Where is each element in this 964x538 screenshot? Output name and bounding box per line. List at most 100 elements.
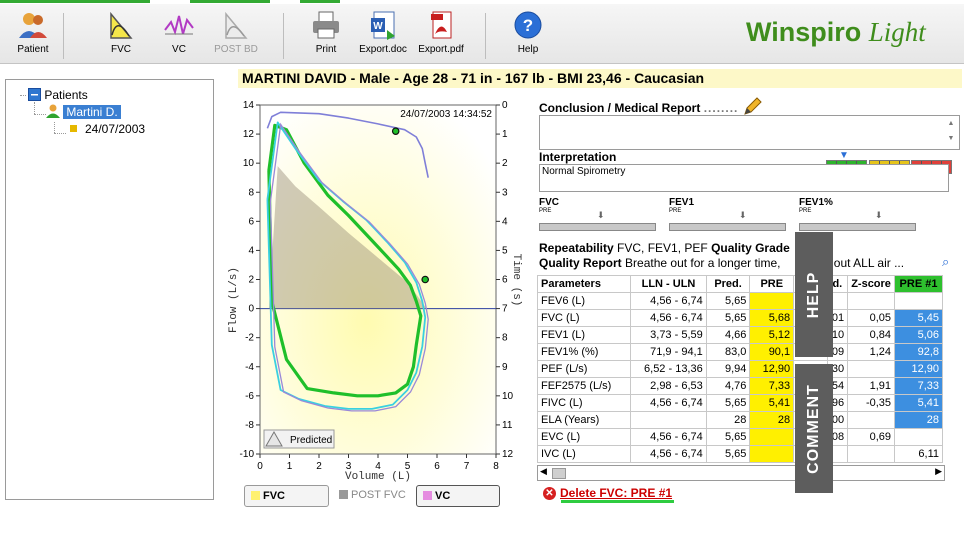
help-side-tab[interactable]: HELP (795, 232, 833, 357)
patient-icon (17, 10, 49, 40)
conclusion-scrollbar[interactable]: ▲ ▼ (945, 116, 957, 149)
print-button[interactable]: Print (298, 7, 354, 61)
table-row[interactable]: FEF2575 (L/s) 2,98 - 6,53 4,76 7,33 54 1,91 7,… (537, 377, 943, 395)
edit-pencil-icon[interactable] (742, 97, 762, 115)
col-header: Pred. (705, 275, 751, 293)
brand-logo: Winspiro Light (746, 17, 926, 47)
y-tick-label: -6 (245, 391, 254, 402)
delete-fvc-link[interactable]: ✕ Delete FVC: PRE #1 (543, 486, 672, 501)
chart-svg: 14121086420-2-4-6-8-100 1 2 3 4 5 6 7 8012345678… (228, 100, 522, 483)
param-name-cell: IVC (L) (537, 445, 632, 463)
arrow-down-icon: ⬇ (739, 210, 747, 220)
value-cell: 92,8 (894, 343, 943, 361)
y-tick-label: 14 (243, 100, 255, 111)
scroll-thumb[interactable] (552, 468, 566, 479)
export-pdf-button[interactable]: Export.pdf (413, 7, 469, 61)
y2-tick-label: 4 (502, 216, 508, 227)
fvc-color-swatch (251, 491, 260, 500)
value-cell: 5,68 (749, 309, 795, 327)
value-cell: 6,11 (894, 445, 943, 463)
x-tick-label: 6 (434, 461, 440, 472)
interpretation-field[interactable]: Normal Spirometry (539, 164, 949, 192)
post-fvc-legend-button[interactable]: POST FVC (337, 485, 412, 505)
tree-node-patient[interactable]: Martini D. (46, 104, 121, 119)
table-row[interactable]: FEV6 (L) 4,56 - 6,74 5,65 (537, 292, 943, 310)
fvc-param-bar: FVC PRE ⬇ (539, 197, 656, 231)
value-cell: 5,06 (894, 326, 943, 344)
repeatability-line: Repeatability FVC, FEV1, PEF Quality Gra… (539, 241, 790, 255)
table-row[interactable]: FIVC (L) 4,56 - 6,74 5,65 5,41 96 -0,35 5,41 (537, 394, 943, 412)
x-tick-label: 7 (464, 461, 470, 472)
col-header: PRE (749, 275, 795, 293)
value-cell: 2,98 - 6,53 (630, 377, 707, 395)
post-bd-icon (220, 10, 252, 40)
table-row[interactable]: FEV1 (L) 3,73 - 5,59 4,66 5,12 10 0,84 5,06 (537, 326, 943, 344)
x-axis-label: Volume (L) (345, 471, 411, 483)
scroll-right-icon[interactable]: ▶ (935, 466, 942, 477)
fvc-button[interactable]: FVC (93, 7, 149, 61)
patient-button[interactable]: Patient (5, 7, 61, 61)
tree-node-session[interactable]: 24/07/2003 (70, 122, 145, 136)
value-cell: 7,33 (894, 377, 943, 395)
fvc-legend-button[interactable]: FVC (244, 485, 329, 507)
vc-button[interactable]: VC (151, 7, 207, 61)
table-row[interactable]: FVC (L) 4,56 - 6,74 5,65 5,68 01 0,05 5,45 (537, 309, 943, 327)
value-cell (847, 292, 896, 310)
comment-side-tab[interactable]: COMMENT (795, 364, 833, 493)
value-cell: 3,73 - 5,59 (630, 326, 707, 344)
svg-text:W: W (373, 21, 383, 32)
flow-volume-chart: 14 12 10 8 6 4 2 0 -2 -4 -6 -8 -10 0 1 2 3 4 5 6 7 8 0 1 2 3 4 5 6 7 8… (226, 95, 530, 485)
y-tick-label: 2 (248, 275, 254, 286)
arrow-down-icon: ⬇ (875, 210, 883, 220)
export-doc-button[interactable]: W Export.doc (355, 7, 411, 61)
value-cell: 5,65 (705, 394, 751, 412)
y2-tick-label: 2 (502, 158, 508, 169)
value-cell: 4,76 (705, 377, 751, 395)
table-row[interactable]: IVC (L) 4,56 - 6,74 5,65 6,11 (537, 445, 943, 463)
value-cell: 5,65 (705, 428, 751, 446)
y2-tick-label: 12 (502, 449, 514, 460)
patient-header: MARTINI DAVID - Male - Age 28 - 71 in - … (238, 69, 962, 88)
value-cell (749, 292, 795, 310)
value-cell (847, 360, 896, 378)
col-header: LLN - ULN (630, 275, 707, 293)
value-cell: 71,9 - 94,1 (630, 343, 707, 361)
vc-legend-button[interactable]: VC (416, 485, 500, 507)
table-horizontal-scrollbar[interactable]: ◀ ▶ (537, 465, 945, 481)
y2-tick-label: 5 (502, 245, 508, 256)
value-cell: 4,56 - 6,74 (630, 292, 707, 310)
conclusion-textarea[interactable] (539, 115, 960, 150)
zoom-icon[interactable]: ⌕ (942, 254, 949, 270)
value-cell: 0,69 (847, 428, 896, 446)
value-cell: 5,41 (894, 394, 943, 412)
table-row[interactable]: ELA (Years) 28 28 00 28 (537, 411, 943, 429)
post-bd-button[interactable]: POST BD (208, 7, 264, 61)
tree-root-patients[interactable]: Patients (28, 88, 88, 102)
table-row[interactable]: FEV1% (%) 71,9 - 94,1 83,0 90,1 09 1,24 92,8 (537, 343, 943, 361)
value-cell: 0,05 (847, 309, 896, 327)
y-tick-label: 4 (248, 245, 254, 256)
delete-icon: ✕ (543, 487, 556, 501)
data-point (391, 127, 400, 135)
col-header: Z-score (847, 275, 896, 293)
collapse-icon[interactable] (28, 88, 41, 101)
y-tick-label: -4 (245, 362, 254, 373)
help-icon: ? (512, 10, 544, 40)
value-cell: -0,35 (847, 394, 896, 412)
conclusion-title: Conclusion / Medical Report ........ (539, 97, 762, 115)
table-row[interactable]: EVC (L) 4,56 - 6,74 5,65 08 0,69 (537, 428, 943, 446)
y-tick-label: 8 (248, 187, 254, 198)
patient-tree-panel: Patients Martini D. 24/07/2003 (5, 79, 214, 500)
help-button[interactable]: ? Help (500, 7, 556, 61)
fvc-icon (105, 10, 137, 40)
value-cell (894, 292, 943, 310)
param-name-cell: FEV1 (L) (537, 326, 632, 344)
person-icon (46, 104, 60, 118)
post-fvc-color-swatch (339, 490, 348, 499)
value-cell: 5,65 (705, 445, 751, 463)
y2-tick-label: 7 (502, 304, 508, 315)
scroll-left-icon[interactable]: ◀ (540, 466, 547, 477)
value-cell (847, 411, 896, 429)
table-row[interactable]: PEF (L/s) 6,52 - 13,36 9,94 12,90 30 12,90 (537, 360, 943, 378)
y-tick-label: 12 (243, 129, 255, 140)
